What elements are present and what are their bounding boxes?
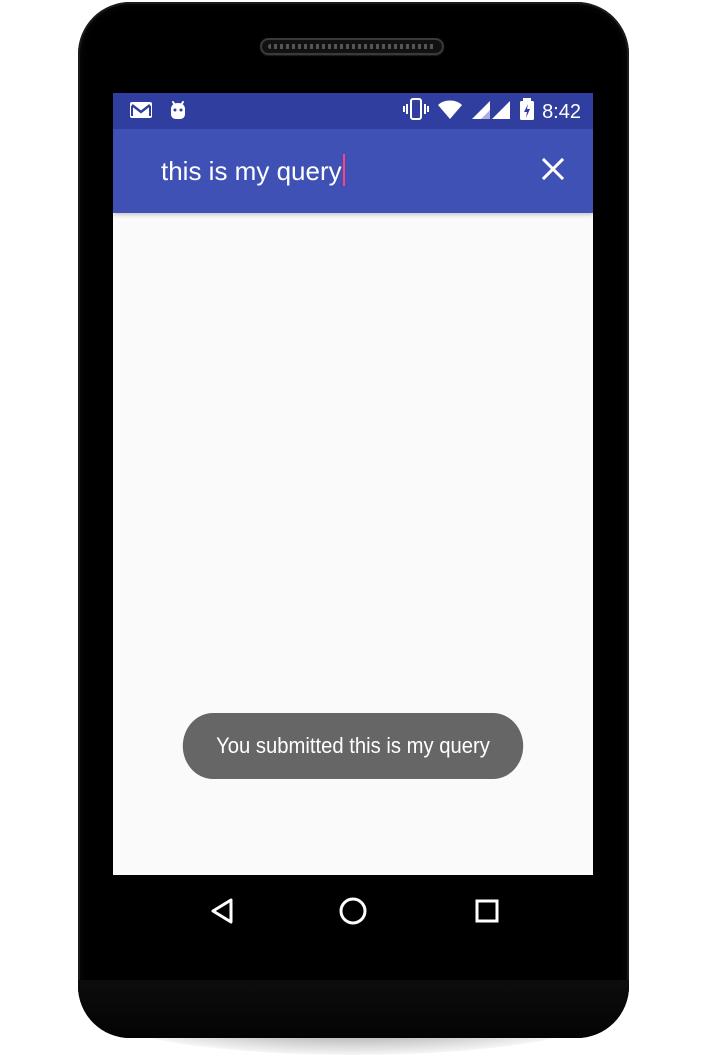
wifi-icon xyxy=(437,98,463,125)
home-button[interactable] xyxy=(333,895,373,931)
text-cursor xyxy=(342,154,345,186)
status-right-icons: 8:42 xyxy=(402,97,581,126)
home-icon xyxy=(337,895,369,932)
gmail-icon xyxy=(129,100,153,125)
close-icon xyxy=(540,156,566,187)
device-frame-stage: 8:42 this is my query You submitted this… xyxy=(0,0,705,1064)
clear-search-button[interactable] xyxy=(537,155,569,187)
status-bar: 8:42 xyxy=(113,93,593,129)
status-left-icons xyxy=(129,99,189,126)
back-icon xyxy=(207,896,235,931)
battery-charging-icon xyxy=(519,97,535,126)
submitted-toast: You submitted this is my query xyxy=(182,713,524,779)
speaker-grille xyxy=(260,38,444,55)
recents-button[interactable] xyxy=(467,895,507,931)
search-query-text: this is my query xyxy=(161,156,342,186)
search-input[interactable]: this is my query xyxy=(161,153,501,189)
vibrate-icon xyxy=(402,97,430,126)
signal-icon xyxy=(470,98,512,125)
status-time: 8:42 xyxy=(542,100,581,123)
phone-bottom-bezel xyxy=(78,980,629,1038)
recents-icon xyxy=(473,897,501,930)
search-app-bar: this is my query xyxy=(113,129,593,213)
back-button[interactable] xyxy=(201,895,241,931)
android-icon xyxy=(167,99,189,126)
toast-message: You submitted this is my query xyxy=(216,733,490,758)
app-screen: 8:42 this is my query You submitted this… xyxy=(113,93,593,875)
android-navigation-bar xyxy=(113,875,593,950)
